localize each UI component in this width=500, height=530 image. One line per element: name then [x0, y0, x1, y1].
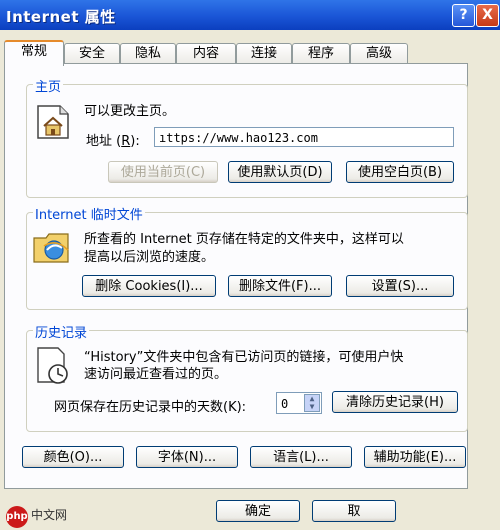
tab-connections[interactable]: 连接	[236, 43, 292, 64]
accessibility-button[interactable]: 辅助功能(E)...	[364, 446, 466, 468]
delete-files-button[interactable]: 删除文件(F)...	[228, 275, 332, 297]
site-watermark: php 中文网	[6, 506, 67, 528]
temp-files-description-line1: 所查看的 Internet 页存储在特定的文件夹中，这样可以	[84, 232, 404, 247]
history-days-input[interactable]: 0 ▲ ▼	[276, 392, 322, 414]
help-button[interactable]: ?	[452, 4, 475, 27]
fonts-button[interactable]: 字体(N)...	[136, 446, 238, 468]
history-group-title: 历史记录	[33, 322, 90, 341]
use-current-button[interactable]: 使用当前页(C)	[108, 161, 218, 183]
temp-settings-button[interactable]: 设置(S)...	[346, 275, 454, 297]
history-days-value: 0	[281, 397, 289, 411]
homepage-group-title: 主页	[33, 76, 64, 95]
address-label-suffix: ):	[130, 134, 140, 149]
tab-privacy[interactable]: 隐私	[120, 43, 176, 64]
clear-history-button[interactable]: 清除历史记录(H)	[332, 391, 458, 413]
languages-button[interactable]: 语言(L)...	[250, 446, 352, 468]
temp-files-group-title: Internet 临时文件	[33, 204, 145, 223]
tab-general[interactable]: 常规	[4, 40, 64, 66]
scrollbar-area	[470, 40, 498, 488]
address-label-prefix: 地址 (	[86, 134, 122, 149]
temp-files-description-line2: 提高以后浏览的速度。	[84, 250, 215, 265]
close-button[interactable]: X	[476, 4, 499, 27]
address-label: 地址 (R):	[86, 130, 140, 149]
tab-content[interactable]: 内容	[176, 43, 236, 64]
homepage-address-input[interactable]: ıttps://www.hao123.com	[154, 127, 454, 147]
tab-programs[interactable]: 程序	[292, 43, 350, 64]
tab-advanced[interactable]: 高级	[350, 43, 408, 64]
house-page-icon	[37, 105, 69, 139]
homepage-description: 可以更改主页。	[84, 104, 176, 119]
use-default-button[interactable]: 使用默认页(D)	[228, 161, 332, 183]
use-blank-button[interactable]: 使用空白页(B)	[346, 161, 454, 183]
history-clock-icon	[37, 347, 68, 384]
window-title: Internet 属性	[6, 8, 116, 26]
history-days-label: 网页保存在历史记录中的天数(K):	[54, 400, 247, 415]
ok-button[interactable]: 确定	[216, 500, 300, 522]
ie-folder-icon	[33, 233, 69, 263]
days-spinner-icon[interactable]: ▲ ▼	[304, 394, 320, 412]
delete-cookies-button[interactable]: 删除 Cookies(I)...	[82, 275, 216, 297]
cancel-button[interactable]: 取	[312, 500, 396, 522]
watermark-text: 中文网	[31, 508, 68, 522]
title-bar[interactable]: Internet 属性 ? X	[0, 0, 500, 30]
watermark-logo: php	[6, 506, 28, 528]
address-label-key: R	[121, 134, 131, 149]
tab-security[interactable]: 安全	[64, 43, 120, 64]
colors-button[interactable]: 颜色(O)...	[22, 446, 124, 468]
history-description-line2: 速访问最近查看过的页。	[84, 367, 228, 382]
